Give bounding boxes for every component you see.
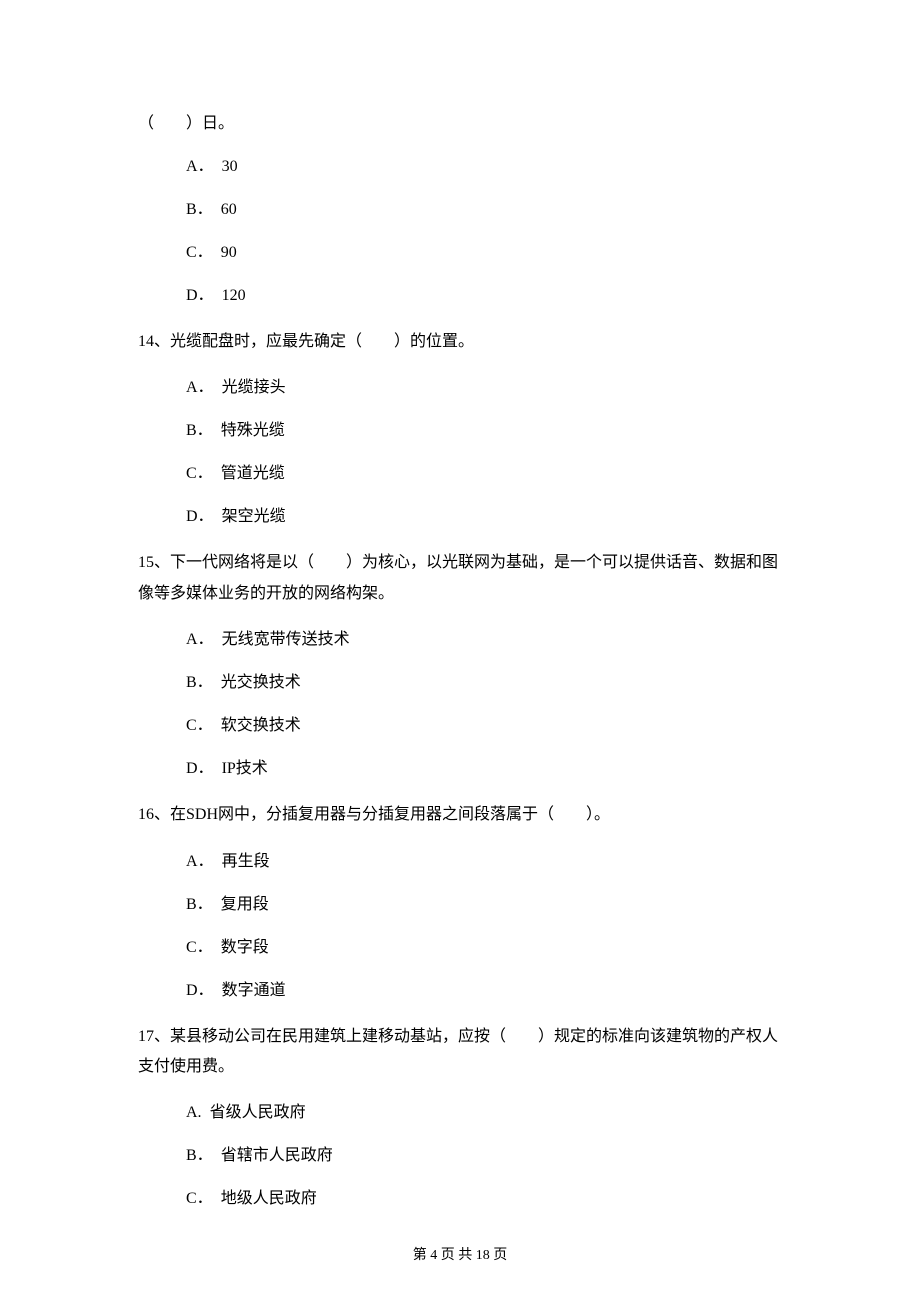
- option-label: B．: [186, 674, 213, 691]
- option-text: 无线宽带传送技术: [222, 631, 350, 648]
- option-label: A．: [186, 158, 214, 175]
- option-label: C．: [186, 939, 213, 956]
- q13-option-b: B． 60: [186, 198, 782, 222]
- option-label: C．: [186, 465, 213, 482]
- option-text: 再生段: [222, 853, 270, 870]
- option-text: 地级人民政府: [221, 1190, 317, 1207]
- option-label: C．: [186, 1190, 213, 1207]
- option-label: B．: [186, 896, 213, 913]
- q17-option-a: A. 省级人民政府: [186, 1101, 782, 1125]
- option-label: C．: [186, 717, 213, 734]
- option-text: 光缆接头: [222, 379, 286, 396]
- option-text: 90: [221, 244, 237, 261]
- option-text: 30: [222, 158, 238, 175]
- q15-stem: 15、下一代网络将是以（ ）为核心，以光联网为基础，是一个可以提供话音、数据和图…: [138, 548, 782, 609]
- q14-option-b: B． 特殊光缆: [186, 419, 782, 443]
- option-text: 省级人民政府: [210, 1104, 306, 1121]
- option-label: B．: [186, 201, 213, 218]
- q16-option-c: C． 数字段: [186, 936, 782, 960]
- option-text: 数字段: [221, 939, 269, 956]
- q15-option-c: C． 软交换技术: [186, 714, 782, 738]
- option-text: 120: [222, 287, 246, 304]
- option-text: 管道光缆: [221, 465, 285, 482]
- q16-option-a: A． 再生段: [186, 850, 782, 874]
- q15-option-d: D． IP技术: [186, 757, 782, 781]
- q16-option-d: D． 数字通道: [186, 979, 782, 1003]
- q13-option-a: A． 30: [186, 155, 782, 179]
- q13-option-c: C． 90: [186, 241, 782, 265]
- option-text: 软交换技术: [221, 717, 301, 734]
- option-text: 60: [221, 201, 237, 218]
- q13-option-d: D． 120: [186, 284, 782, 308]
- q14-option-d: D． 架空光缆: [186, 505, 782, 529]
- q16-stem: 16、在SDH网中，分插复用器与分插复用器之间段落属于（ ）。: [138, 800, 782, 830]
- option-label: D．: [186, 287, 214, 304]
- q14-stem: 14、光缆配盘时，应最先确定（ ）的位置。: [138, 327, 782, 357]
- option-label: A．: [186, 379, 214, 396]
- option-label: D．: [186, 982, 214, 999]
- option-label: D．: [186, 760, 214, 777]
- option-label: A．: [186, 631, 214, 648]
- page-footer: 第 4 页 共 18 页: [0, 1244, 920, 1264]
- option-text: IP技术: [222, 760, 268, 777]
- option-label: B．: [186, 422, 213, 439]
- option-text: 数字通道: [222, 982, 286, 999]
- q17-stem: 17、某县移动公司在民用建筑上建移动基站，应按（ ）规定的标准向该建筑物的产权人…: [138, 1022, 782, 1083]
- option-label: B．: [186, 1147, 213, 1164]
- q17-option-b: B． 省辖市人民政府: [186, 1144, 782, 1168]
- option-text: 省辖市人民政府: [221, 1147, 333, 1164]
- q17-option-c: C． 地级人民政府: [186, 1187, 782, 1211]
- option-label: A.: [186, 1104, 202, 1121]
- option-text: 特殊光缆: [221, 422, 285, 439]
- q13-continuation: （ ）日。: [138, 112, 782, 136]
- option-label: A．: [186, 853, 214, 870]
- option-text: 架空光缆: [222, 508, 286, 525]
- q16-option-b: B． 复用段: [186, 893, 782, 917]
- page: （ ）日。 A． 30 B． 60 C． 90 D． 120 14、光缆配盘时，应最先确…: [0, 0, 920, 1302]
- option-label: D．: [186, 508, 214, 525]
- q14-option-a: A． 光缆接头: [186, 376, 782, 400]
- q15-option-a: A． 无线宽带传送技术: [186, 628, 782, 652]
- option-text: 复用段: [221, 896, 269, 913]
- option-label: C．: [186, 244, 213, 261]
- q14-option-c: C． 管道光缆: [186, 462, 782, 486]
- q15-option-b: B． 光交换技术: [186, 671, 782, 695]
- option-text: 光交换技术: [221, 674, 301, 691]
